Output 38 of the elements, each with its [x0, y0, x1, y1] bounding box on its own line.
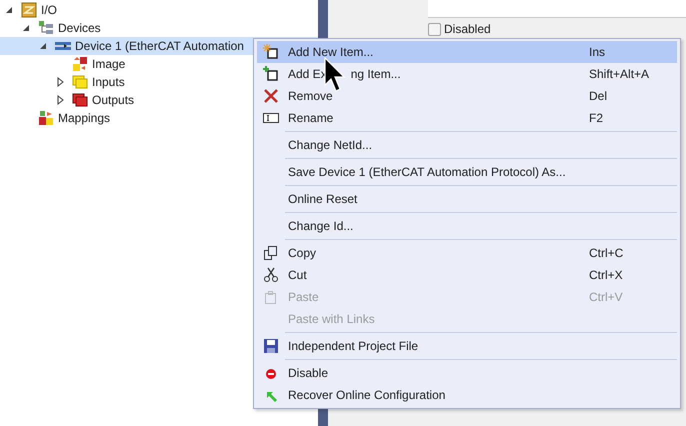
cut-icon [263, 267, 279, 283]
paste-icon [263, 289, 279, 305]
menu-item[interactable]: Change Id... [257, 215, 677, 237]
network-icon [38, 20, 54, 36]
tree-item-label[interactable]: Inputs [92, 73, 125, 91]
menu-item[interactable]: Add New Item... Ins [257, 41, 677, 63]
tree-row[interactable]: I/O [0, 1, 318, 19]
menu-item[interactable]: Cut Ctrl+X [257, 264, 677, 286]
save-icon [263, 338, 279, 354]
tree-item-label[interactable]: Devices [58, 19, 101, 37]
add-existing-icon [263, 66, 279, 82]
menu-item[interactable]: Save Device 1 (EtherCAT Automation Protocol) As... [257, 161, 677, 183]
menu-item[interactable]: Independent Project File [257, 335, 677, 357]
menu-item[interactable]: Online Reset [257, 188, 677, 210]
folder-icon [21, 2, 37, 18]
add-new-icon [263, 44, 279, 60]
inputs-icon [72, 74, 88, 90]
copy-icon [263, 245, 279, 261]
delete-icon [263, 88, 279, 104]
menu-item[interactable]: Disable [257, 362, 677, 384]
tree-item-label[interactable]: Image [92, 55, 126, 73]
tree-item-label[interactable]: Device 1 (EtherCAT Automation [75, 37, 244, 55]
menu-item[interactable]: Change NetId... [257, 134, 677, 156]
menu-item[interactable]: Copy Ctrl+C [257, 242, 677, 264]
rename-icon [263, 110, 279, 126]
menu-item[interactable]: Recover Online Configuration [257, 384, 677, 406]
tree-item-label[interactable]: Outputs [92, 91, 134, 109]
mouse-cursor-icon [324, 57, 346, 93]
menu-item[interactable]: Remove Del [257, 85, 677, 107]
tree-item-label[interactable]: I/O [41, 1, 58, 19]
checkbox-label: Disabled [444, 23, 491, 36]
image-icon [72, 56, 88, 72]
tree-row[interactable]: Devices [0, 19, 318, 37]
mappings-icon [38, 110, 54, 126]
outputs-icon [72, 92, 88, 108]
checkbox[interactable] [428, 23, 441, 36]
menu-item[interactable]: Rename F2 [257, 107, 677, 129]
tree-item-label[interactable]: Mappings [58, 109, 110, 127]
